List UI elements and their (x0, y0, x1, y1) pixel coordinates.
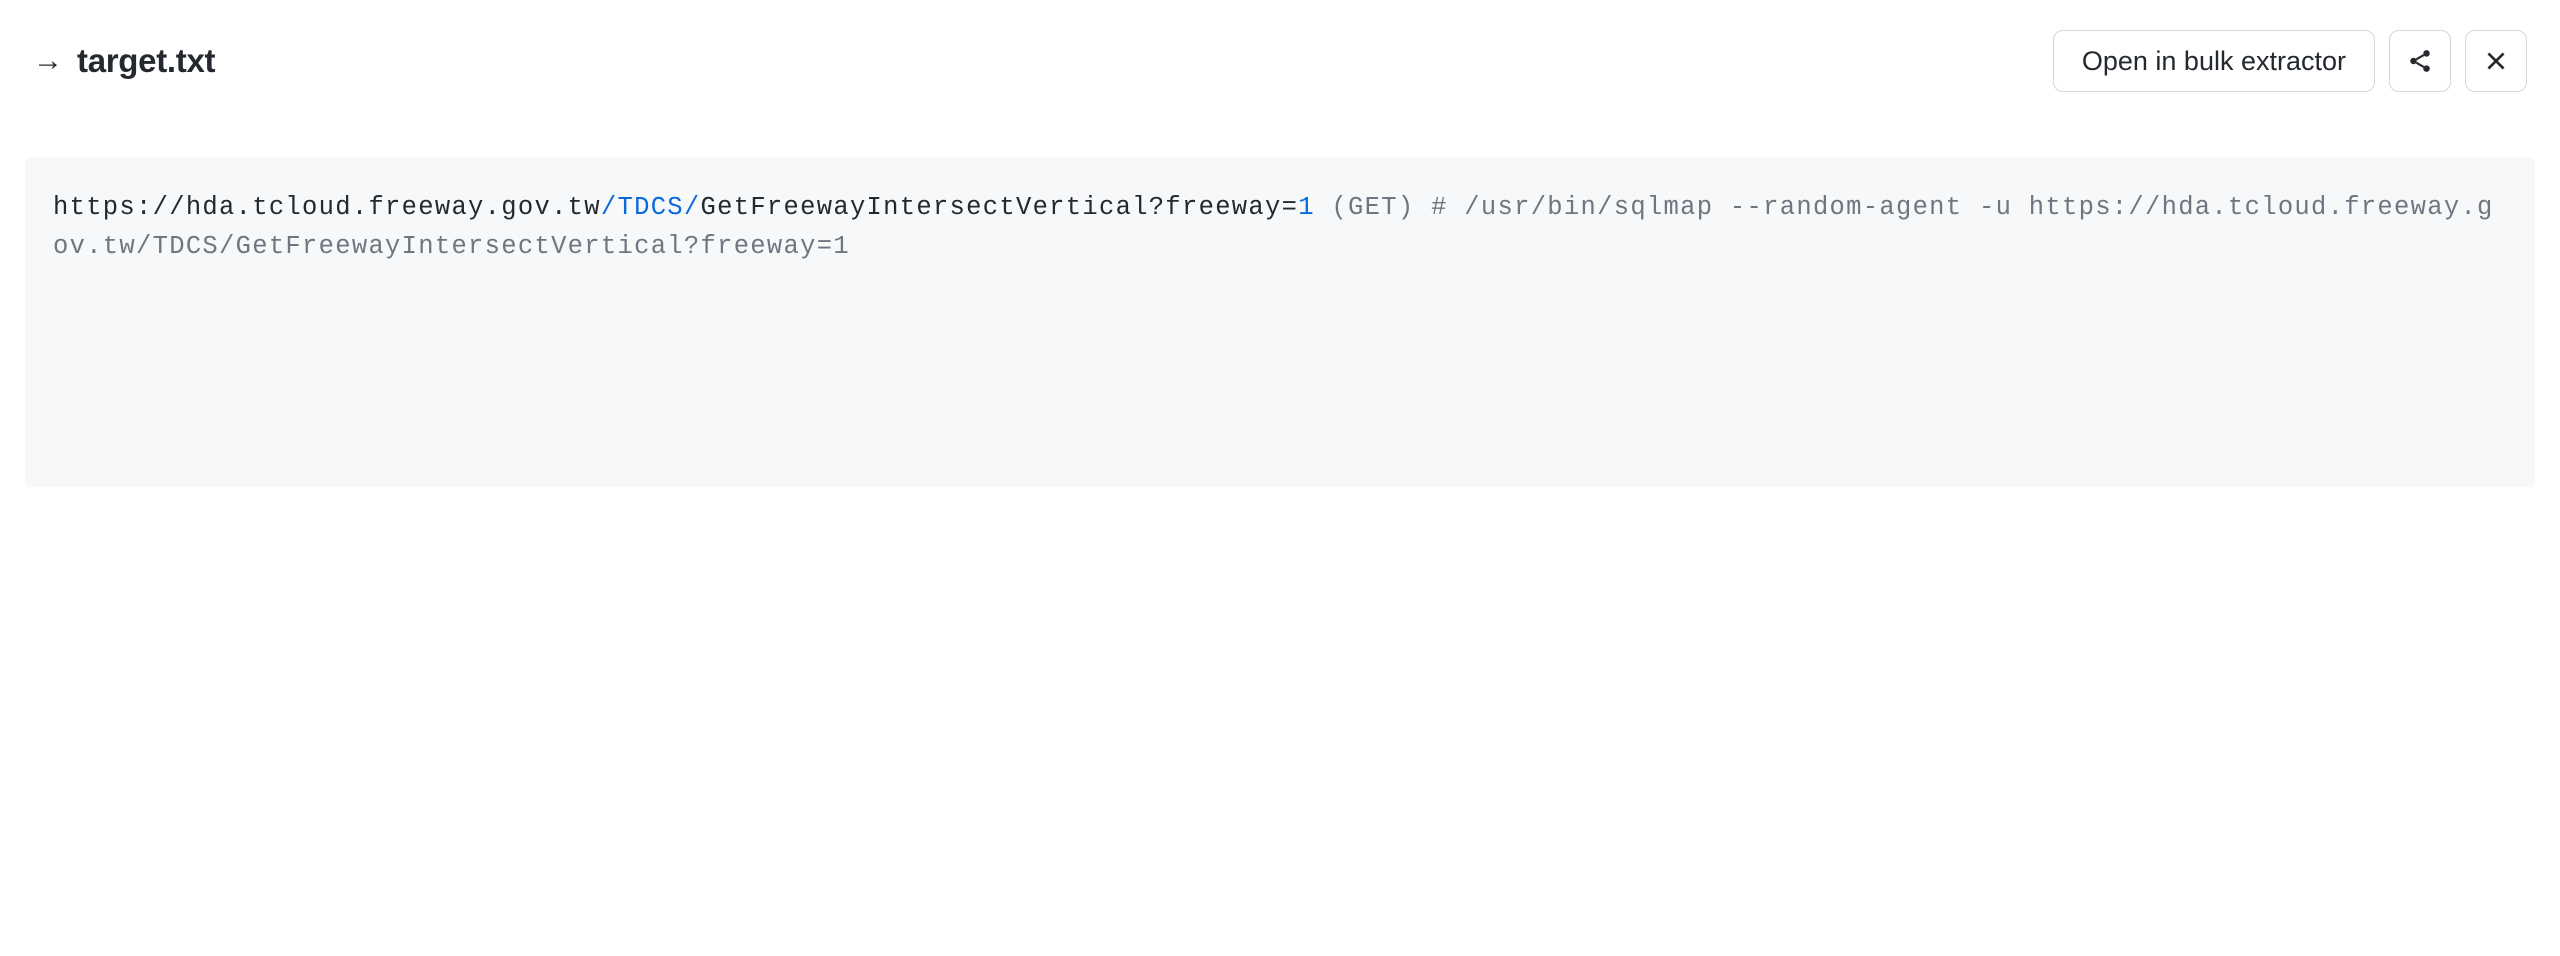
arrow-right-icon: → (33, 46, 63, 76)
share-icon (2407, 48, 2433, 74)
share-button[interactable] (2389, 30, 2451, 92)
code-url-value: 1 (1298, 193, 1315, 222)
code-content: https://hda.tcloud.freeway.gov.tw/TDCS/G… (25, 157, 2535, 487)
code-url-prefix: https://hda.tcloud.freeway.gov.tw (53, 193, 601, 222)
code-url-rest: GetFreewayIntersectVertical?freeway= (701, 193, 1299, 222)
close-button[interactable] (2465, 30, 2527, 92)
page-title: target.txt (77, 42, 215, 80)
code-method: GET (1348, 193, 1398, 222)
close-icon (2483, 48, 2509, 74)
code-method-close: ) (1398, 193, 1431, 222)
title-section: → target.txt (33, 42, 215, 80)
open-bulk-extractor-button[interactable]: Open in bulk extractor (2053, 30, 2375, 92)
code-comment-hash: # (1431, 193, 1464, 222)
code-method-open: ( (1315, 193, 1348, 222)
header-actions: Open in bulk extractor (2053, 30, 2527, 92)
header-bar: → target.txt Open in bulk extractor (25, 30, 2535, 92)
code-url-path: /TDCS/ (601, 193, 701, 222)
